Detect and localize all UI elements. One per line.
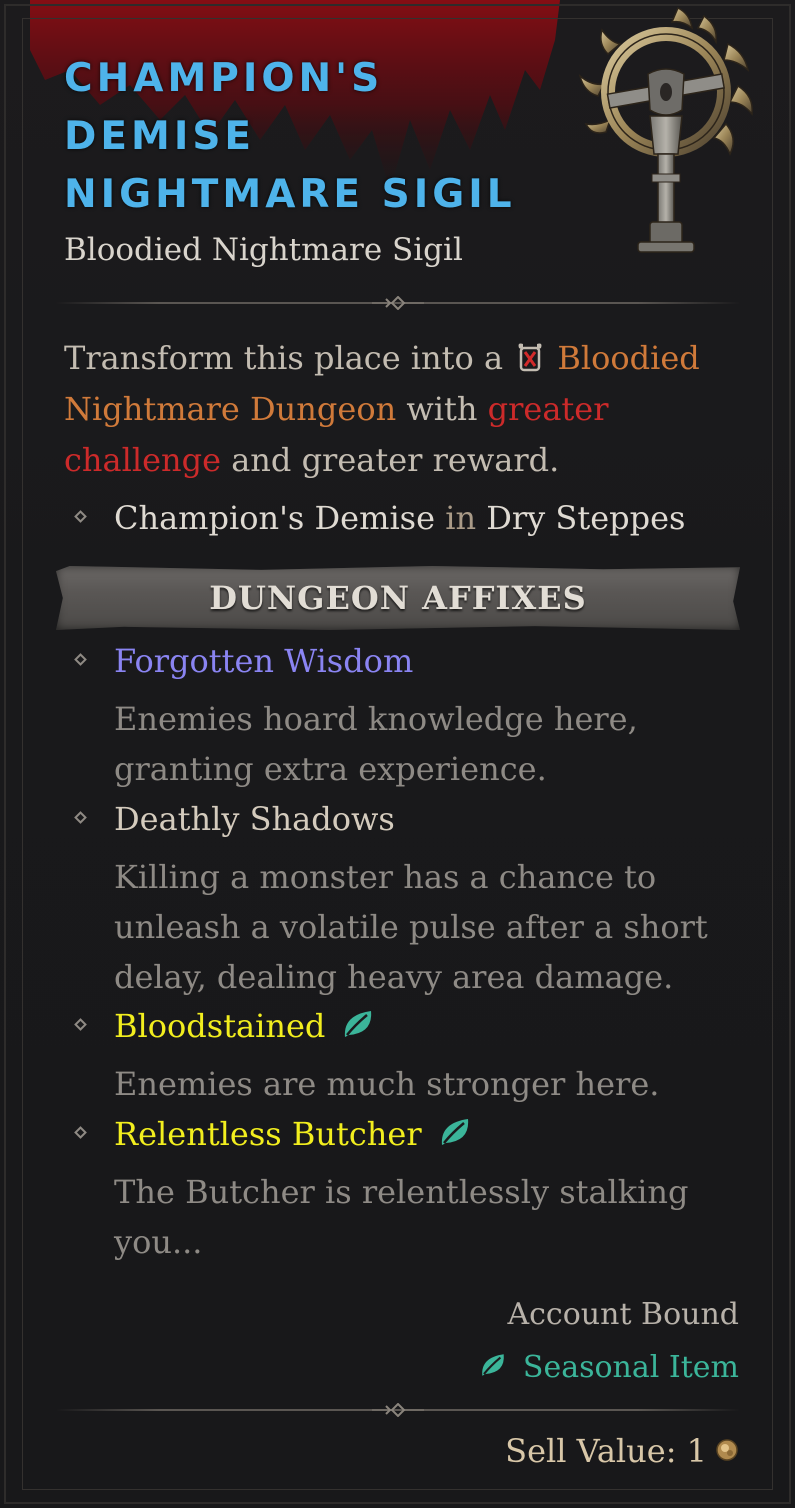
item-description: Transform this place into a Bloodied Nig… bbox=[64, 333, 744, 486]
affix-description: Killing a monster has a chance to unleas… bbox=[114, 858, 708, 996]
item-tooltip: Champion's Demise Nightmare Sigil Bloodi… bbox=[0, 0, 795, 1508]
header-divider bbox=[56, 296, 740, 310]
description-text-1: Transform this place into a bbox=[64, 339, 514, 377]
sell-value-amount: 1 bbox=[686, 1432, 707, 1470]
affix-name: Relentless Butcher bbox=[114, 1115, 422, 1153]
location-region: Dry Steppes bbox=[486, 499, 686, 537]
affix-name: Bloodstained bbox=[114, 1007, 326, 1045]
bullet-icon bbox=[74, 1126, 87, 1139]
seasonal-leaf-icon bbox=[345, 1011, 372, 1037]
divider-ornament-icon bbox=[372, 296, 424, 310]
description-text-3: and greater reward. bbox=[221, 441, 560, 479]
bullet-icon bbox=[74, 1018, 87, 1031]
sell-value-row: Sell Value: 1 bbox=[505, 1426, 739, 1476]
affix-name: Forgotten Wisdom bbox=[114, 642, 414, 680]
nightmare-sigil-icon bbox=[578, 6, 753, 253]
affix-name: Deathly Shadows bbox=[114, 800, 395, 838]
location-dungeon: Champion's Demise bbox=[114, 499, 436, 537]
seasonal-leaf-icon bbox=[482, 1354, 504, 1376]
item-name: Champion's Demise Nightmare Sigil bbox=[64, 50, 584, 224]
divider-ornament-icon bbox=[372, 1403, 424, 1417]
affix-description: The Butcher is relentlessly stalking you… bbox=[114, 1173, 689, 1261]
item-name-line-1: Champion's bbox=[64, 56, 384, 101]
affix-description: Enemies are much stronger here. bbox=[114, 1065, 660, 1103]
bullet-icon bbox=[74, 653, 87, 666]
gold-coin-icon bbox=[716, 1439, 738, 1461]
account-bound-label: Account Bound bbox=[507, 1297, 739, 1332]
description-text-2: with bbox=[396, 390, 488, 428]
affixes-header-banner: DUNGEON AFFIXES bbox=[56, 566, 740, 630]
seasonal-item-row: Seasonal Item bbox=[479, 1346, 739, 1390]
affix-description: Enemies hoard knowledge here, granting e… bbox=[114, 700, 638, 788]
seasonal-item-label: Seasonal Item bbox=[522, 1350, 739, 1385]
footer-divider bbox=[56, 1403, 740, 1417]
sell-value-label: Sell Value: bbox=[505, 1432, 677, 1470]
location-connector: in bbox=[435, 499, 487, 537]
bullet-icon bbox=[74, 811, 87, 824]
item-type: Bloodied Nightmare Sigil bbox=[64, 232, 463, 268]
item-name-line-2: Demise bbox=[64, 114, 256, 159]
affixes-header: DUNGEON AFFIXES bbox=[209, 579, 587, 617]
seasonal-leaf-icon bbox=[441, 1119, 468, 1145]
bloodied-dungeon-icon bbox=[518, 343, 542, 372]
item-name-line-3: Nightmare Sigil bbox=[64, 172, 516, 217]
bullet-icon bbox=[74, 510, 87, 523]
